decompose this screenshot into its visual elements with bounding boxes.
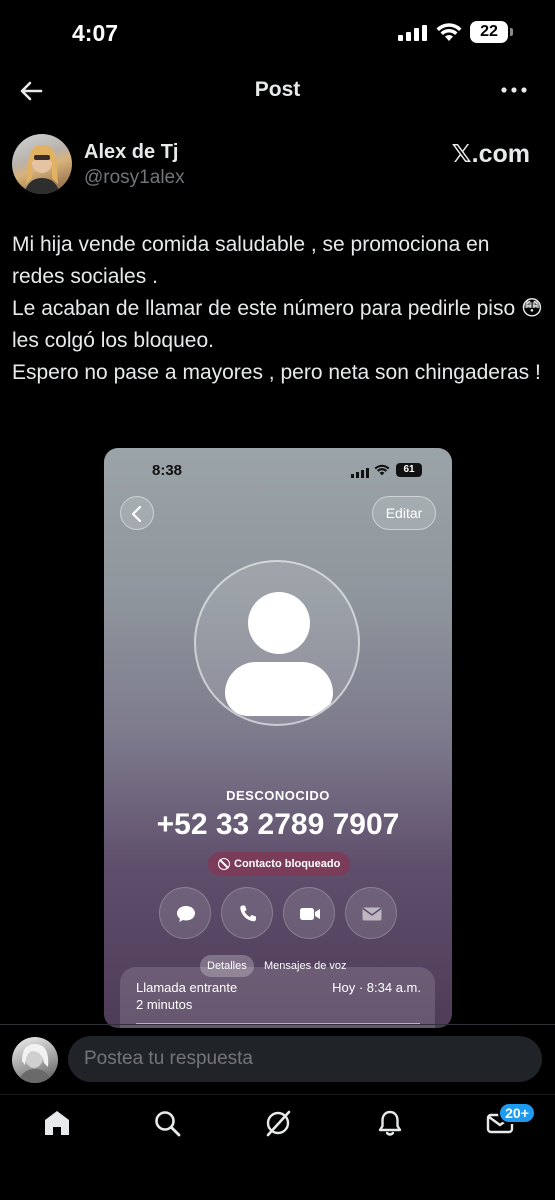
post-image[interactable]: 8:38 61 Editar DESCONOCIDO +52 33 2789 7… — [104, 448, 452, 1028]
tab-detalles: Detalles — [200, 955, 254, 977]
mail-icon — [345, 887, 397, 939]
page-title: Post — [254, 78, 301, 101]
call-duration: 2 minutos — [136, 997, 193, 1012]
media-wifi-icon — [374, 463, 390, 481]
author-handle[interactable]: @rosy1alex — [84, 167, 185, 189]
call-time: Hoy · 8:34 a.m. — [332, 980, 421, 995]
message-icon — [159, 887, 211, 939]
home-icon[interactable] — [42, 1108, 72, 1138]
blocked-icon — [218, 858, 230, 870]
battery-level: 22 — [470, 21, 508, 43]
status-time: 4:07 — [72, 20, 119, 46]
call-type: Llamada entrante — [136, 980, 238, 995]
status-bar: 4:07 22 — [0, 0, 555, 62]
media-battery-icon: 61 — [396, 463, 422, 477]
search-icon[interactable] — [152, 1108, 182, 1138]
user-avatar — [12, 1037, 58, 1083]
blocked-badge: Contacto bloqueado — [208, 852, 350, 876]
contact-label: DESCONOCIDO — [226, 788, 330, 803]
source-label: 𝕏.com — [451, 140, 531, 168]
author-name[interactable]: Alex de Tj — [84, 141, 178, 164]
contact-avatar-icon — [194, 560, 360, 726]
reply-input[interactable] — [68, 1036, 542, 1082]
post-text-line: Mi hija vende comida saludable , se prom… — [12, 233, 490, 288]
media-signal-icon — [351, 465, 369, 483]
phone-icon — [221, 887, 273, 939]
more-horizontal-icon[interactable] — [499, 78, 529, 102]
post-text-line: Espero no pase a mayores , pero neta son… — [12, 361, 541, 384]
divider — [0, 1094, 555, 1095]
media-back-icon — [120, 496, 154, 530]
video-icon — [283, 887, 335, 939]
battery-icon: 22 — [470, 21, 513, 43]
author-avatar[interactable] — [12, 134, 72, 194]
notifications-icon[interactable] — [375, 1108, 405, 1138]
wifi-icon — [436, 22, 462, 47]
media-status-time: 8:38 — [152, 462, 183, 479]
top-bar: Post — [0, 66, 555, 114]
cellular-signal-icon — [398, 25, 428, 46]
blocked-label: Contacto bloqueado — [234, 858, 341, 870]
media-edit-button: Editar — [372, 496, 436, 530]
messages-badge: 20+ — [498, 1102, 536, 1124]
post-text-line: Le acaban de llamar de este número para … — [12, 297, 543, 352]
phone-number: +52 33 2789 7907 — [156, 808, 400, 841]
divider — [0, 1024, 555, 1025]
grok-icon[interactable] — [263, 1108, 293, 1138]
post-text: Mi hija vende comida saludable , se prom… — [12, 229, 547, 389]
tab-mensajes-de-voz: Mensajes de voz — [264, 960, 347, 972]
